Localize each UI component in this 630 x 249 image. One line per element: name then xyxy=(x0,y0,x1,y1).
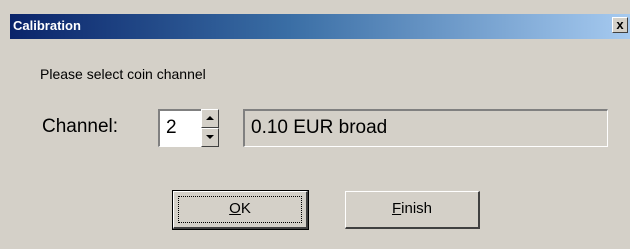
window-title: Calibration xyxy=(13,18,81,33)
spin-up-button[interactable] xyxy=(201,109,219,128)
title-bar[interactable]: Calibration x xyxy=(10,14,630,39)
close-button[interactable]: x xyxy=(612,17,628,33)
prompt-label: Please select coin channel xyxy=(40,66,206,82)
coin-description: 0.10 EUR broad xyxy=(251,117,388,138)
finish-label-rest: inish xyxy=(401,200,433,217)
close-icon: x xyxy=(616,17,624,32)
ok-button[interactable]: OK xyxy=(172,190,309,230)
calibration-dialog: Calibration x Please select coin channel… xyxy=(0,0,630,249)
focus-rect xyxy=(178,196,302,223)
arrow-up-icon xyxy=(206,116,214,120)
finish-mnemonic: F xyxy=(391,200,402,217)
arrow-down-icon xyxy=(206,135,214,139)
channel-spin-input[interactable]: 2 xyxy=(158,109,202,147)
finish-button[interactable]: Finish xyxy=(345,191,480,229)
channel-label: Channel: xyxy=(42,116,119,137)
channel-spinner xyxy=(201,109,219,147)
channel-value: 2 xyxy=(166,117,177,138)
coin-description-field: 0.10 EUR broad xyxy=(243,109,608,147)
spin-down-button[interactable] xyxy=(201,128,219,147)
